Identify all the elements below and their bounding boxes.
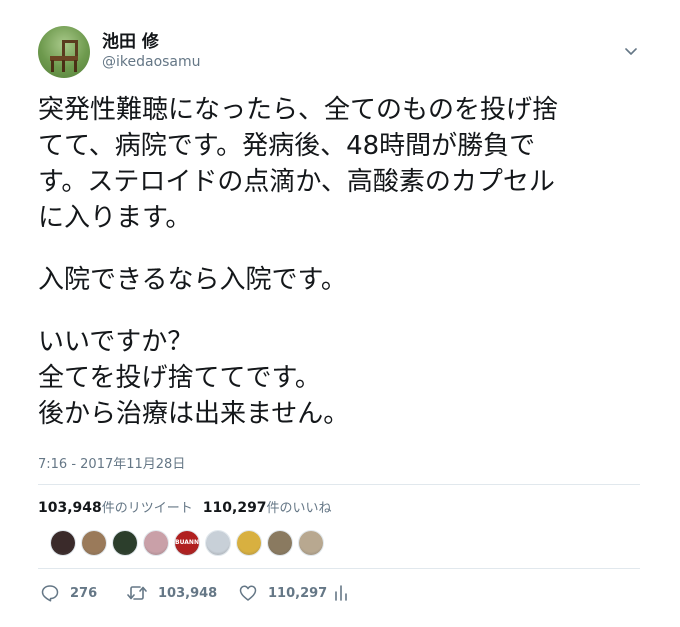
user-handle[interactable]: @ikedaosamu <box>102 54 201 70</box>
heart-icon <box>239 585 257 601</box>
reply-icon <box>41 585 59 602</box>
tweet-stats: 103,948件のリツイート 110,297件のいいね <box>38 497 332 516</box>
like-stat[interactable]: 110,297件のいいね <box>203 500 332 516</box>
reply-count: 276 <box>70 585 98 601</box>
analytics-icon <box>335 585 347 601</box>
liker-avatar[interactable] <box>50 530 76 556</box>
retweet-stat-label: 件のリツイート <box>101 501 193 516</box>
divider <box>38 484 640 485</box>
liker-avatar[interactable] <box>205 530 231 556</box>
like-count: 110,297 <box>268 585 328 601</box>
tweet-line: に入ります。 <box>38 203 192 233</box>
retweet-button[interactable]: 103,948 <box>126 583 238 603</box>
liker-avatar[interactable] <box>236 530 262 556</box>
tweet-line: 全てを投げ捨ててです。 <box>38 363 321 393</box>
divider <box>38 568 640 569</box>
liker-avatar[interactable] <box>143 530 169 556</box>
liker-avatar[interactable]: BUANN <box>174 530 200 556</box>
liker-avatar[interactable] <box>267 530 293 556</box>
tweet-line: てて、病院です。発病後、48時間が勝負で <box>38 131 536 161</box>
tweet-timestamp[interactable]: 7:16 - 2017年11月28日 <box>38 453 185 472</box>
liker-avatar[interactable] <box>112 530 138 556</box>
tweet-line: す。ステロイドの点滴か、高酸素のカプセル <box>38 167 555 197</box>
tweet-line: いいですか？ <box>38 327 194 357</box>
likers-avatar-list: BUANN <box>50 530 329 558</box>
like-button[interactable]: 110,297 <box>238 583 332 603</box>
analytics-button[interactable] <box>332 583 350 603</box>
profile-avatar[interactable] <box>38 26 90 78</box>
display-name[interactable]: 池田 修 <box>102 27 159 52</box>
chevron-down-icon[interactable] <box>624 44 638 58</box>
retweet-stat[interactable]: 103,948件のリツイート <box>38 500 193 516</box>
tweet-actions: 276 103,948 110,297 <box>40 582 350 604</box>
tweet-line: 後から治療は出来ません。 <box>38 399 350 429</box>
like-stat-label: 件のいいね <box>266 501 332 516</box>
liker-avatar-text: BUANN <box>175 539 199 546</box>
retweet-stat-count: 103,948 <box>38 500 102 516</box>
liker-avatar[interactable] <box>298 530 324 556</box>
liker-avatar[interactable] <box>81 530 107 556</box>
reply-button[interactable]: 276 <box>40 583 126 603</box>
tweet-line: 入院できるなら入院です。 <box>38 265 347 295</box>
tweet-line: 突発性難聴になったら、全てのものを投げ捨 <box>38 95 559 125</box>
retweet-icon <box>127 586 147 600</box>
tweet-text: 突発性難聴になったら、全てのものを投げ捨 てて、病院です。発病後、48時間が勝負… <box>38 92 638 432</box>
like-stat-count: 110,297 <box>202 500 267 516</box>
retweet-count: 103,948 <box>158 585 218 601</box>
